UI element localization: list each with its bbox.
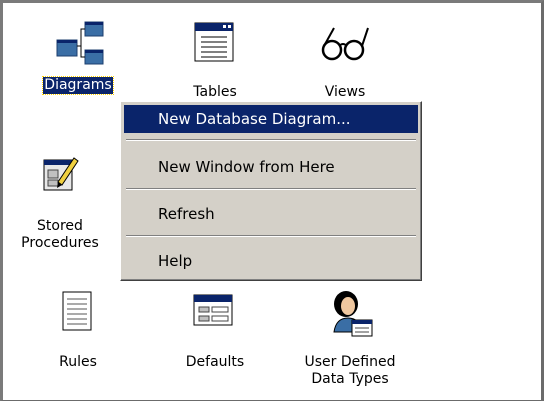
user-type-icon [333,291,373,337]
defaults-item[interactable]: Defaults [170,288,260,371]
rules-item[interactable]: Rules [33,288,123,371]
menu-separator [126,235,416,237]
rule-document-icon [62,291,92,331]
views-label: Views [324,84,366,100]
diagram-icon [56,21,104,65]
context-menu: New Database Diagram... New Window from … [120,101,422,281]
menu-item-new-window-from-here[interactable]: New Window from Here [124,153,418,181]
user-defined-data-types-item[interactable]: User Defined Data Types [288,288,412,388]
defaults-label: Defaults [185,354,245,370]
tables-item[interactable]: Tables [170,18,260,101]
user-defined-data-types-label-line2: Data Types [311,371,389,387]
default-form-icon [193,294,233,326]
tables-label: Tables [193,84,237,100]
stored-procedure-icon [43,157,79,191]
rules-label: Rules [59,354,97,370]
stored-procedures-label-line1: Stored [37,218,83,234]
views-item[interactable]: Views [300,18,390,101]
diagrams-item[interactable]: Diagrams [33,18,123,95]
user-defined-data-types-label-line1: User Defined [304,354,396,370]
menu-item-new-database-diagram[interactable]: New Database Diagram... [124,105,418,133]
diagrams-label: Diagrams [42,76,114,95]
stored-procedures-item[interactable]: Stored Procedures [0,146,120,252]
menu-separator [126,188,416,190]
menu-item-help[interactable]: Help [124,247,418,275]
table-icon [194,22,234,62]
menu-separator [126,139,416,141]
glasses-icon [321,27,369,61]
stored-procedures-label-line2: Procedures [21,235,99,251]
menu-item-refresh[interactable]: Refresh [124,200,418,228]
